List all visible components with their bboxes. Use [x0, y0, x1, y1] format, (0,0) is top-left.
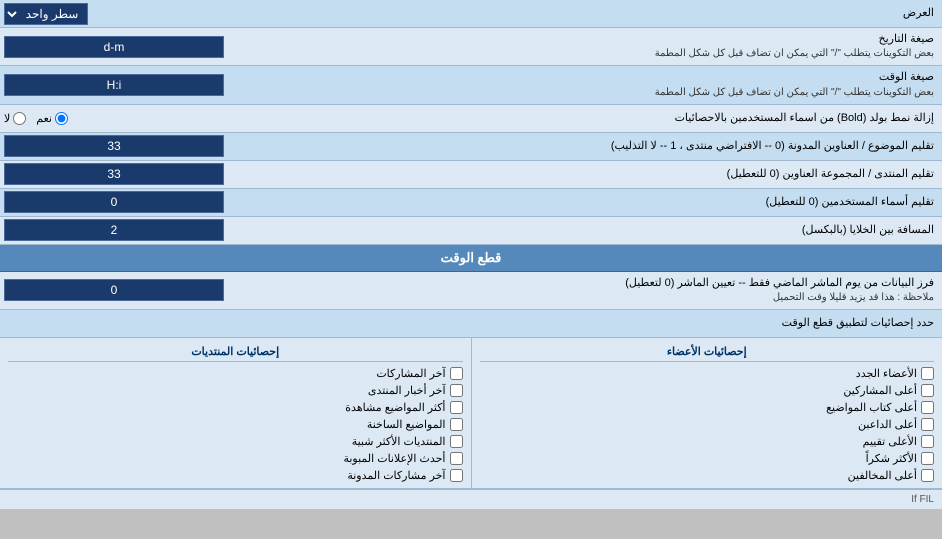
stat-similar-forums-label: المنتديات الأكثر شبية [352, 435, 446, 448]
forum-title-limit-label: تقليم المنتدى / المجموعة العناوين (0 للت… [280, 163, 942, 186]
cutoff-days-input[interactable] [4, 279, 224, 301]
date-format-input-cell [0, 34, 280, 60]
page-title: العرض [280, 2, 942, 25]
stat-hot-topics-label: المواضيع الساخنة [367, 418, 446, 431]
stat-hot-topics-checkbox[interactable] [450, 418, 463, 431]
stat-last-posts: آخر المشاركات [8, 365, 463, 382]
stat-top-visitors: أعلى المخالفين [480, 467, 935, 484]
stat-forum-news-checkbox[interactable] [450, 384, 463, 397]
member-stats-header: إحصائيات الأعضاء [480, 342, 935, 362]
stat-last-posts-checkbox[interactable] [450, 367, 463, 380]
cutoff-days-row: فرز البيانات من يوم الماشر الماضي فقط --… [0, 272, 942, 310]
stat-top-visitors-label: أعلى المخالفين [848, 469, 917, 482]
forum-title-limit-input[interactable] [4, 163, 224, 185]
footer-note-text: If FIL [911, 494, 934, 505]
remove-bold-yes-radio[interactable] [55, 112, 68, 125]
stat-top-posters-label: أعلى المشاركين [843, 384, 917, 397]
stat-similar-forums: المنتديات الأكثر شبية [8, 433, 463, 450]
cell-spacing-input-cell [0, 217, 280, 243]
cutoff-section-header: قطع الوقت [0, 245, 942, 272]
stat-new-members-label: الأعضاء الجدد [856, 367, 917, 380]
forum-stats-col: إحصائيات المنتديات آخر المشاركات آخر أخب… [0, 338, 471, 488]
member-stats-col: إحصائيات الأعضاء الأعضاء الجدد أعلى المش… [471, 338, 942, 488]
stat-top-rated-checkbox[interactable] [921, 435, 934, 448]
remove-bold-input-cell: نعم لا [0, 110, 280, 127]
stat-top-online-label: أعلى الداعبن [858, 418, 917, 431]
remove-bold-yes-label[interactable]: نعم [36, 112, 68, 125]
date-format-row: صيغة التاريخ بعض التكوينات يتطلب "/" الت… [0, 28, 942, 66]
username-limit-row: تقليم أسماء المستخدمين (0 للتعطيل) [0, 189, 942, 217]
stat-most-viewed-checkbox[interactable] [450, 401, 463, 414]
stat-last-posts-label: آخر المشاركات [376, 367, 445, 380]
stat-top-writers-checkbox[interactable] [921, 401, 934, 414]
stat-top-rated: الأعلى تقييم [480, 433, 935, 450]
stat-top-online-checkbox[interactable] [921, 418, 934, 431]
cutoff-days-input-cell [0, 277, 280, 303]
forum-stats-header: إحصائيات المنتديات [8, 342, 463, 362]
topic-title-limit-input[interactable] [4, 135, 224, 157]
main-container: العرض سطر واحد سطران ثلاثة أسطر صيغة الت… [0, 0, 942, 509]
cutoff-days-label: فرز البيانات من يوم الماشر الماضي فقط --… [280, 272, 942, 309]
stat-top-posters-checkbox[interactable] [921, 384, 934, 397]
stats-apply-label: حدد إحصائيات لتطبيق قطع الوقت [280, 312, 942, 335]
stat-top-writers-label: أعلى كتاب المواضيع [826, 401, 917, 414]
remove-bold-row: إزالة نمط بولد (Bold) من اسماء المستخدمي… [0, 105, 942, 133]
date-format-label: صيغة التاريخ بعض التكوينات يتطلب "/" الت… [280, 28, 942, 65]
stat-latest-ads-checkbox[interactable] [450, 452, 463, 465]
remove-bold-no-label[interactable]: لا [4, 112, 26, 125]
username-limit-input-cell [0, 189, 280, 215]
stat-top-rated-label: الأعلى تقييم [863, 435, 917, 448]
forum-title-limit-input-cell [0, 161, 280, 187]
topic-title-limit-input-cell [0, 133, 280, 159]
stats-columns-container: إحصائيات الأعضاء الأعضاء الجدد أعلى المش… [0, 338, 942, 489]
username-limit-input[interactable] [4, 191, 224, 213]
stat-most-thanked: الأكثر شكراً [480, 450, 935, 467]
stat-top-visitors-checkbox[interactable] [921, 469, 934, 482]
stat-noted-posts-label: آخر مشاركات المدونة [347, 469, 445, 482]
forum-title-limit-row: تقليم المنتدى / المجموعة العناوين (0 للت… [0, 161, 942, 189]
time-format-input[interactable] [4, 74, 224, 96]
display-mode-select[interactable]: سطر واحد سطران ثلاثة أسطر [4, 3, 88, 25]
topic-title-limit-row: تقليم الموضوع / العناوين المدونة (0 -- ا… [0, 133, 942, 161]
stat-new-members: الأعضاء الجدد [480, 365, 935, 382]
stat-forum-news: آخر أخبار المنتدى [8, 382, 463, 399]
stat-new-members-checkbox[interactable] [921, 367, 934, 380]
time-format-label: صيغة الوقت بعض التكوينات يتطلب "/" التي … [280, 66, 942, 103]
time-format-input-cell [0, 72, 280, 98]
stat-most-viewed-label: أكثر المواضيع مشاهدة [345, 401, 445, 414]
stat-similar-forums-checkbox[interactable] [450, 435, 463, 448]
cell-spacing-row: المسافة بين الخلايا (بالبكسل) [0, 217, 942, 245]
stat-latest-ads-label: أحدث الإعلانات المبوبة [343, 452, 445, 465]
stat-noted-posts-checkbox[interactable] [450, 469, 463, 482]
stat-top-posters: أعلى المشاركين [480, 382, 935, 399]
stats-apply-cell [0, 322, 280, 326]
time-format-row: صيغة الوقت بعض التكوينات يتطلب "/" التي … [0, 66, 942, 104]
stat-most-thanked-checkbox[interactable] [921, 452, 934, 465]
remove-bold-label: إزالة نمط بولد (Bold) من اسماء المستخدمي… [280, 107, 942, 130]
display-mode-cell: سطر واحد سطران ثلاثة أسطر [0, 1, 280, 27]
footer-note: If FIL [0, 489, 942, 509]
stat-hot-topics: المواضيع الساخنة [8, 416, 463, 433]
stat-forum-news-label: آخر أخبار المنتدى [368, 384, 446, 397]
username-limit-label: تقليم أسماء المستخدمين (0 للتعطيل) [280, 191, 942, 214]
stat-noted-posts: آخر مشاركات المدونة [8, 467, 463, 484]
date-format-input[interactable] [4, 36, 224, 58]
stat-top-writers: أعلى كتاب المواضيع [480, 399, 935, 416]
title-row: العرض سطر واحد سطران ثلاثة أسطر [0, 0, 942, 28]
cell-spacing-input[interactable] [4, 219, 224, 241]
stats-apply-row: حدد إحصائيات لتطبيق قطع الوقت [0, 310, 942, 338]
stat-top-online: أعلى الداعبن [480, 416, 935, 433]
stat-most-viewed: أكثر المواضيع مشاهدة [8, 399, 463, 416]
stat-latest-ads: أحدث الإعلانات المبوبة [8, 450, 463, 467]
topic-title-limit-label: تقليم الموضوع / العناوين المدونة (0 -- ا… [280, 135, 942, 158]
remove-bold-no-radio[interactable] [13, 112, 26, 125]
remove-bold-radio-group: نعم لا [4, 112, 68, 125]
stat-most-thanked-label: الأكثر شكراً [866, 452, 917, 465]
cell-spacing-label: المسافة بين الخلايا (بالبكسل) [280, 219, 942, 242]
